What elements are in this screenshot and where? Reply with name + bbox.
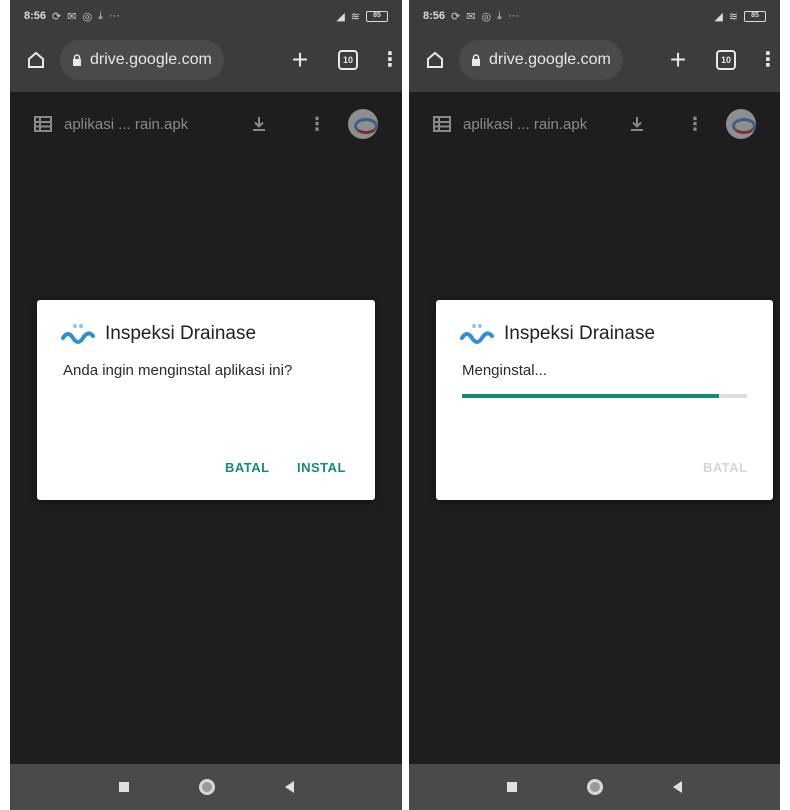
notification-icon: ⟳: [451, 10, 461, 23]
browser-menu-icon[interactable]: ⋮: [758, 50, 778, 70]
back-icon[interactable]: [673, 781, 682, 793]
new-tab-icon[interactable]: +: [284, 46, 316, 74]
screens-divider: [402, 0, 409, 810]
file-type-icon: [433, 116, 451, 132]
home-icon[interactable]: [22, 46, 50, 74]
battery-icon: 85: [744, 10, 766, 22]
instagram-icon: ◎: [481, 10, 492, 23]
more-icon: ···: [108, 10, 120, 22]
navigation-bar: [10, 764, 402, 810]
home-button-icon[interactable]: [198, 779, 215, 795]
navigation-bar: [409, 764, 780, 810]
file-type-icon: [34, 116, 52, 132]
status-bar: 8:56 ⟳ ✉ ◎ ⤓ ··· ◢ ≋ 85: [10, 0, 402, 32]
install-progress-bar: [462, 394, 747, 398]
url-text: drive.google.com: [489, 51, 611, 68]
tab-switcher-button[interactable]: 10: [338, 50, 358, 70]
signal-icon: ◢: [336, 10, 345, 23]
mail-icon: ✉: [466, 10, 476, 23]
avatar[interactable]: [726, 109, 756, 139]
new-tab-icon[interactable]: +: [662, 46, 694, 74]
install-dialog: Inspeksi Drainase Anda ingin menginstal …: [37, 300, 375, 500]
url-text: drive.google.com: [90, 51, 212, 68]
home-button-icon[interactable]: [587, 779, 603, 795]
instagram-icon: ◎: [82, 10, 93, 23]
dialog-message: Anda ingin menginstal aplikasi ini?: [63, 362, 293, 379]
status-time: 8:56: [423, 10, 446, 22]
dialog-message: Menginstal...: [462, 362, 548, 379]
installing-dialog: Inspeksi Drainase Menginstal... BATAL: [436, 300, 773, 500]
phone-screen-installing: 8:56 ⟳ ✉ ◎ ⤓ ··· ◢ ≋ 85 drive.google.com…: [409, 0, 780, 810]
dialog-app-name: Inspeksi Drainase: [504, 323, 656, 344]
download-icon: ⤓: [98, 9, 103, 22]
drive-preview-toolbar: aplikasi ... rain.apk ⋮: [409, 104, 780, 144]
back-icon[interactable]: [284, 781, 294, 793]
address-field[interactable]: drive.google.com: [459, 40, 623, 80]
status-time: 8:56: [24, 10, 47, 22]
mail-icon: ✉: [67, 10, 77, 23]
download-icon: ⤓: [497, 9, 502, 22]
url-bar: drive.google.com + 10 ⋮: [10, 32, 402, 88]
download-icon[interactable]: [628, 115, 646, 133]
phone-screen-confirm: 8:56 ⟳ ✉ ◎ ⤓ ··· ◢ ≋ 85 drive.google.com…: [10, 0, 402, 810]
avatar[interactable]: [348, 109, 378, 139]
app-logo-icon: [61, 324, 95, 344]
install-button[interactable]: INSTAL: [297, 460, 346, 475]
lock-icon: [472, 53, 480, 66]
wifi-icon: ≋: [728, 10, 738, 23]
install-progress-fill: [462, 394, 719, 398]
recents-icon[interactable]: [507, 782, 517, 792]
file-name: aplikasi ... rain.apk: [64, 115, 189, 133]
more-icon: ···: [507, 10, 519, 22]
cancel-button[interactable]: BATAL: [225, 460, 270, 475]
browser-chrome: 8:56 ⟳ ✉ ◎ ⤓ ··· ◢ ≋ 85 drive.google.com…: [10, 0, 402, 92]
browser-chrome: 8:56 ⟳ ✉ ◎ ⤓ ··· ◢ ≋ 85 drive.google.com…: [409, 0, 780, 92]
home-icon[interactable]: [421, 46, 449, 74]
recents-icon[interactable]: [118, 782, 129, 792]
drive-preview-toolbar: aplikasi ... rain.apk ⋮: [10, 104, 402, 144]
download-icon[interactable]: [250, 115, 268, 133]
address-field[interactable]: drive.google.com: [60, 40, 224, 80]
lock-icon: [73, 53, 81, 66]
notification-icon: ⟳: [52, 10, 62, 23]
status-bar: 8:56 ⟳ ✉ ◎ ⤓ ··· ◢ ≋ 85: [409, 0, 780, 32]
tab-switcher-button[interactable]: 10: [716, 50, 736, 70]
more-options-icon[interactable]: ⋮: [686, 114, 704, 135]
cancel-button-disabled: BATAL: [703, 460, 748, 475]
browser-menu-icon[interactable]: ⋮: [380, 50, 400, 70]
file-name: aplikasi ... rain.apk: [463, 115, 588, 133]
signal-icon: ◢: [714, 10, 723, 23]
dialog-app-name: Inspeksi Drainase: [105, 323, 257, 344]
wifi-icon: ≋: [350, 10, 360, 23]
more-options-icon[interactable]: ⋮: [308, 114, 326, 135]
app-logo-icon: [460, 324, 494, 344]
url-bar: drive.google.com + 10 ⋮: [409, 32, 780, 88]
battery-icon: 85: [366, 10, 388, 22]
